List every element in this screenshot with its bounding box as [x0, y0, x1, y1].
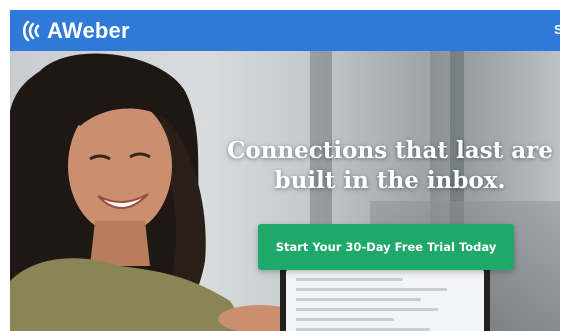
page-frame: AWeber S Connections that last are built… [10, 10, 560, 331]
start-free-trial-button[interactable]: Start Your 30-Day Free Trial Today [258, 224, 514, 270]
top-nav-bar: AWeber S [10, 10, 560, 51]
aweber-waves-icon [22, 20, 40, 41]
nav-menu-link-partial[interactable]: S [552, 23, 560, 37]
screen-text-line [296, 318, 394, 321]
hero-headline: Connections that last are built in the i… [220, 136, 560, 196]
screen-text-line [296, 308, 439, 311]
headline-line-2: built in the inbox. [274, 167, 506, 194]
screen-text-line [296, 288, 448, 291]
aweber-logo[interactable]: AWeber [22, 18, 130, 44]
laptop [280, 264, 490, 331]
hero-banner: Connections that last are built in the i… [10, 51, 560, 331]
laptop-screen [286, 270, 484, 331]
screen-text-line [296, 298, 421, 301]
headline-line-1: Connections that last are [227, 137, 553, 164]
screen-text-line [296, 278, 403, 281]
brand-name: AWeber [47, 17, 130, 43]
